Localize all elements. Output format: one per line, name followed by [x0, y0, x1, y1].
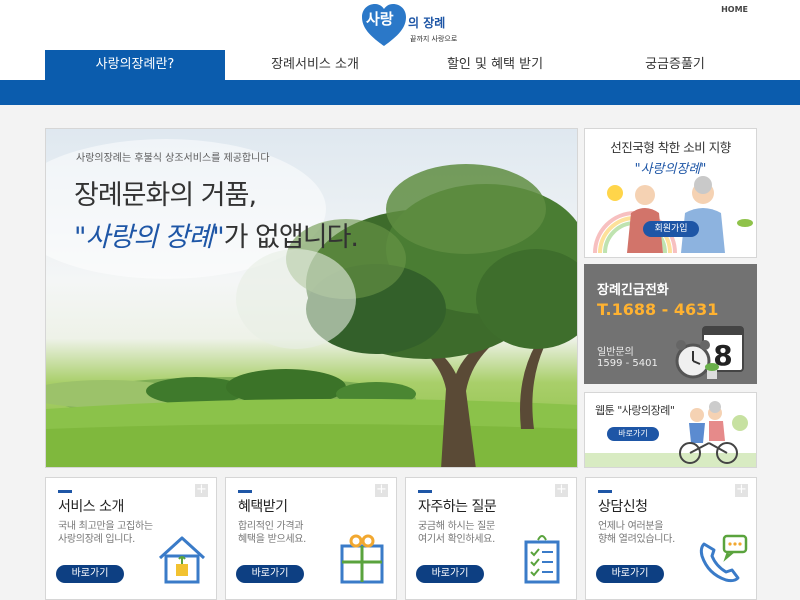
card-title: 상담신청 [598, 499, 648, 515]
nav-submenu-strip [0, 80, 800, 105]
go-button[interactable]: 바로가기 [56, 565, 124, 583]
webtoon-title: 웹툰 "사랑의장례" [595, 404, 675, 417]
card-benefits[interactable]: 혜택받기 합리적인 가격과 혜택을 받으세요. + 바로가기 [225, 477, 397, 600]
hero-title-line1: 장례문화의 거품, [74, 180, 257, 211]
member-join-box[interactable]: 선진국형 착한 소비 지향 "사랑의장례" 회원가입 [584, 128, 757, 258]
phone-chat-icon [699, 534, 748, 583]
main-nav: 사랑의장례란? 장례서비스 소개 할인 및 혜택 받기 궁금증풀기 [0, 50, 800, 80]
logo-main-text: 사랑 [366, 10, 394, 28]
card-service-intro[interactable]: 서비스 소개 국내 최고만을 고집하는 사랑의장례 입니다. + 바로가기 [45, 477, 217, 600]
card-description: 합리적인 가격과 혜택을 받으세요. [238, 521, 307, 545]
alarm-clock-calendar-icon: 8 [675, 326, 744, 379]
hero-banner: 사랑의장례는 후불식 상조서비스를 제공합니다 장례문화의 거품, "사랑의 장… [45, 128, 578, 468]
hero-title-line2: "사랑의 장례"가 없앱니다. [74, 215, 359, 254]
plus-icon[interactable]: + [555, 483, 568, 497]
general-inquiry-label: 일반문의 [597, 347, 634, 358]
elderly-couple-illustration [593, 176, 753, 254]
card-accent-bar [418, 490, 432, 493]
go-button[interactable]: 바로가기 [596, 565, 664, 583]
card-accent-bar [58, 490, 72, 493]
hero-subtitle: 사랑의장례는 후불식 상조서비스를 제공합니다 [76, 153, 270, 164]
nav-item-faq[interactable]: 궁금증풀기 [585, 50, 765, 80]
webtoon-box[interactable]: 웹툰 "사랑의장례" 바로가기 [584, 392, 757, 468]
plus-icon[interactable]: + [375, 483, 388, 497]
card-description: 궁금해 하시는 질문 여기서 확인하세요. [418, 521, 495, 545]
card-description: 국내 최고만을 고집하는 사랑의장례 입니다. [58, 521, 153, 545]
emergency-title: 장례긴급전화 [597, 283, 669, 298]
go-button[interactable]: 바로가기 [416, 565, 484, 583]
member-box-subtitle: "사랑의장례" [634, 162, 707, 177]
home-link[interactable]: HOME [721, 5, 748, 14]
general-inquiry-number: 1599 - 5401 [597, 358, 658, 369]
card-description: 언제나 여러분을 향해 열려있습니다. [598, 521, 675, 545]
plus-icon[interactable]: + [735, 483, 748, 497]
emergency-phone: T.1688 - 4631 [597, 300, 719, 319]
join-member-button[interactable]: 회원가입 [643, 221, 699, 237]
card-title: 혜택받기 [238, 499, 288, 515]
checklist-icon [524, 535, 560, 584]
top-header: 사랑 의 장례 끝까지 사랑으로 HOME [0, 0, 800, 50]
logo-tagline: 끝까지 사랑으로 [410, 35, 458, 43]
go-button[interactable]: 바로가기 [236, 565, 304, 583]
card-consultation[interactable]: 상담신청 언제나 여러분을 향해 열려있습니다. + 바로가기 [585, 477, 757, 600]
hero-title-highlight: "사랑의 장례" [74, 222, 225, 253]
card-accent-bar [598, 490, 612, 493]
gift-icon [340, 534, 384, 584]
member-box-title: 선진국형 착한 소비 지향 [610, 140, 731, 155]
card-faq[interactable]: 자주하는 질문 궁금해 하시는 질문 여기서 확인하세요. + 바로가기 [405, 477, 577, 600]
card-title: 자주하는 질문 [418, 499, 497, 515]
plus-icon[interactable]: + [195, 483, 208, 497]
card-title: 서비스 소개 [58, 499, 124, 515]
site-logo[interactable]: 사랑 의 장례 끝까지 사랑으로 [360, 2, 458, 48]
nav-item-services[interactable]: 장례서비스 소개 [225, 50, 405, 80]
logo-sub-text: 의 장례 [408, 16, 446, 30]
nav-item-benefits[interactable]: 할인 및 혜택 받기 [405, 50, 585, 80]
house-icon [158, 536, 206, 584]
nav-item-about[interactable]: 사랑의장례란? [45, 50, 225, 80]
card-accent-bar [238, 490, 252, 493]
webtoon-go-button[interactable]: 바로가기 [607, 427, 659, 441]
emergency-call-box: 장례긴급전화 T.1688 - 4631 일반문의 1599 - 5401 8 [584, 264, 757, 384]
hero-title-rest: 가 없앱니다. [223, 222, 359, 253]
